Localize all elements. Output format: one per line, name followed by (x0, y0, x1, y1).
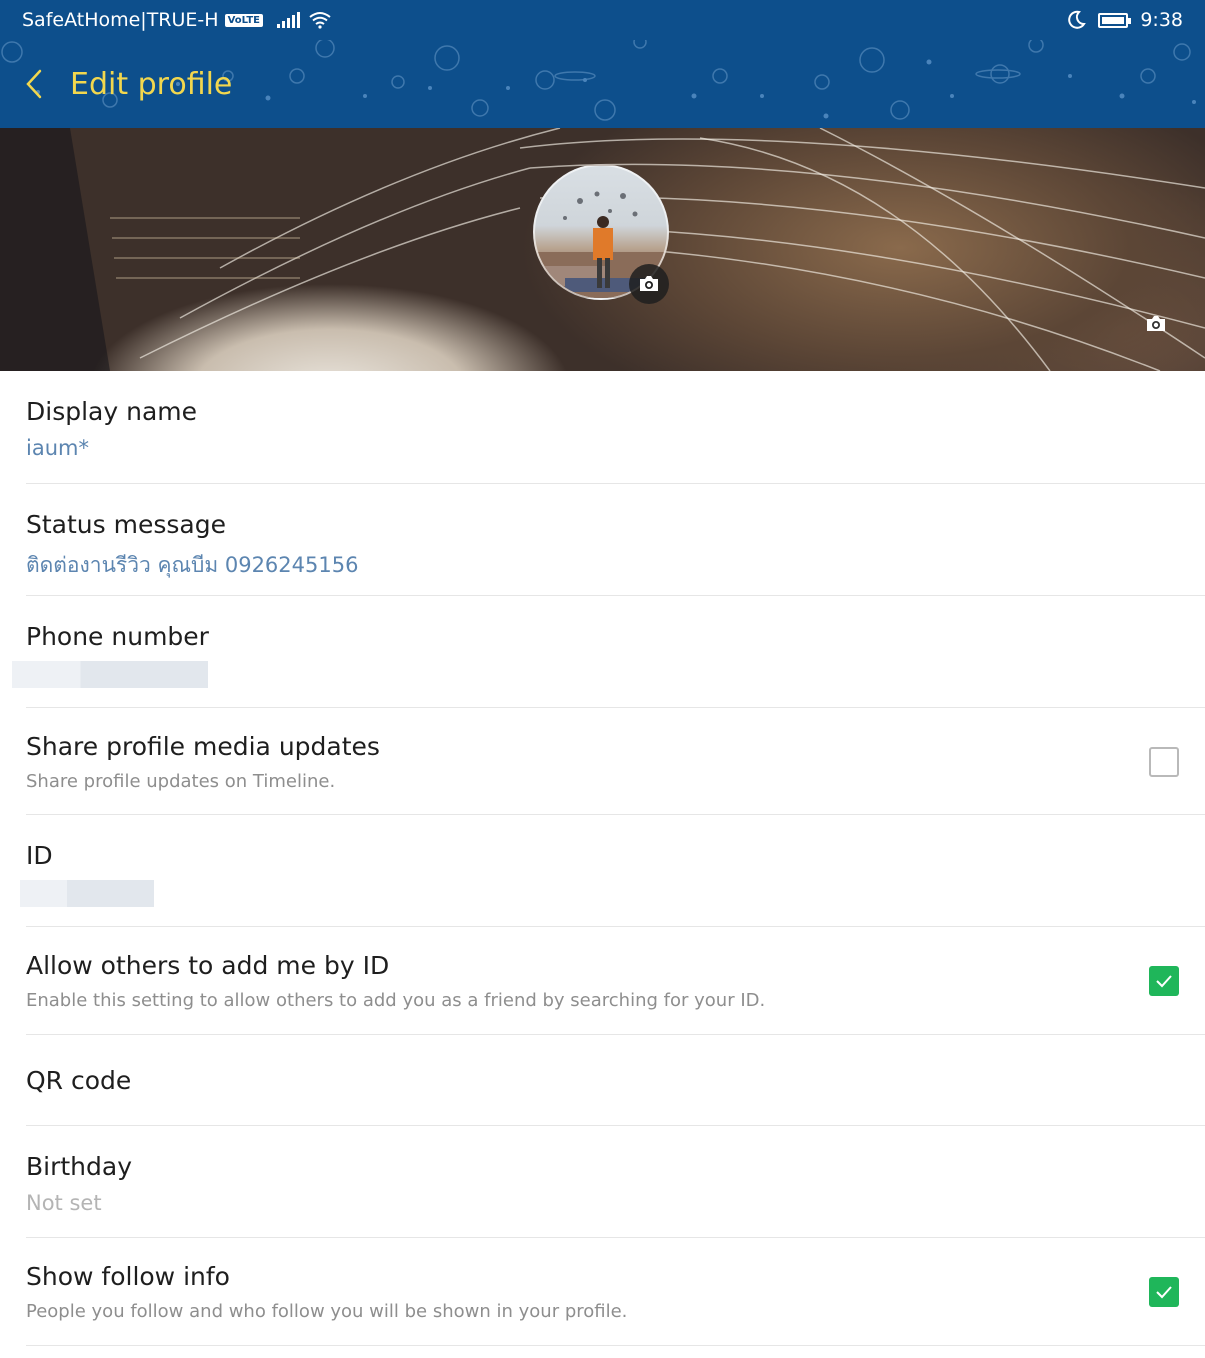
status-bar: SafeAtHome|TRUE-H VoLTE 9:38 (0, 0, 1205, 40)
checkmark-icon (1156, 975, 1172, 988)
page-title: Edit profile (70, 66, 233, 102)
app-header: Edit profile (0, 40, 1205, 128)
back-chevron-icon[interactable] (22, 68, 46, 100)
camera-icon (640, 276, 658, 291)
display-name-label: Display name (26, 397, 197, 426)
carrier-info: SafeAtHome|TRUE-H VoLTE (22, 9, 264, 31)
share-updates-checkbox[interactable] (1149, 747, 1179, 777)
status-message-row[interactable]: Status message ติดต่องานรีวิว คุณบีม 092… (26, 484, 1205, 596)
id-label: ID (26, 841, 53, 870)
change-avatar-button[interactable] (629, 264, 669, 304)
change-cover-button[interactable] (1136, 304, 1176, 344)
profile-settings-list: Display name iaum* Status message ติดต่อ… (0, 371, 1205, 1346)
cover-photo[interactable] (0, 128, 1205, 371)
display-name-row[interactable]: Display name iaum* (26, 371, 1205, 484)
status-message-label: Status message (26, 510, 226, 539)
show-follow-info-checkbox[interactable] (1149, 1277, 1179, 1307)
moon-icon (1068, 10, 1087, 29)
status-right: 9:38 (1066, 9, 1183, 31)
share-updates-row[interactable]: Share profile media updates Share profil… (26, 708, 1205, 815)
allow-add-by-id-row[interactable]: Allow others to add me by ID Enable this… (26, 927, 1205, 1035)
show-follow-info-row[interactable]: Show follow info People you follow and w… (26, 1238, 1205, 1346)
display-name-value: iaum* (26, 436, 89, 460)
phone-number-row[interactable]: Phone number (12, 596, 1205, 708)
carrier-name: SafeAtHome|TRUE-H (22, 9, 219, 31)
birthday-label: Birthday (26, 1152, 133, 1181)
allow-add-by-id-label: Allow others to add me by ID (26, 951, 390, 980)
qr-code-row[interactable]: QR code (26, 1035, 1205, 1126)
qr-code-label: QR code (26, 1066, 132, 1095)
allow-add-by-id-description: Enable this setting to allow others to a… (26, 990, 766, 1011)
share-updates-description: Share profile updates on Timeline. (26, 771, 336, 792)
phone-number-label: Phone number (26, 622, 209, 651)
volte-badge: VoLTE (224, 13, 264, 27)
wifi-icon (309, 12, 331, 29)
id-row[interactable]: ID (20, 815, 1205, 927)
allow-add-by-id-checkbox[interactable] (1149, 966, 1179, 996)
id-redacted (20, 880, 154, 907)
show-follow-info-label: Show follow info (26, 1262, 230, 1291)
camera-icon (1147, 316, 1165, 331)
status-message-value: ติดต่องานรีวิว คุณบีม 0926245156 (26, 553, 359, 577)
share-updates-label: Share profile media updates (26, 732, 380, 761)
show-follow-info-description: People you follow and who follow you wil… (26, 1301, 628, 1322)
signal-icon (277, 12, 301, 28)
checkmark-icon (1156, 1286, 1172, 1299)
battery-icon (1098, 12, 1132, 28)
phone-number-redacted (12, 661, 208, 688)
clock: 9:38 (1140, 9, 1183, 31)
birthday-row[interactable]: Birthday Not set (26, 1126, 1205, 1238)
birthday-value: Not set (26, 1191, 102, 1215)
